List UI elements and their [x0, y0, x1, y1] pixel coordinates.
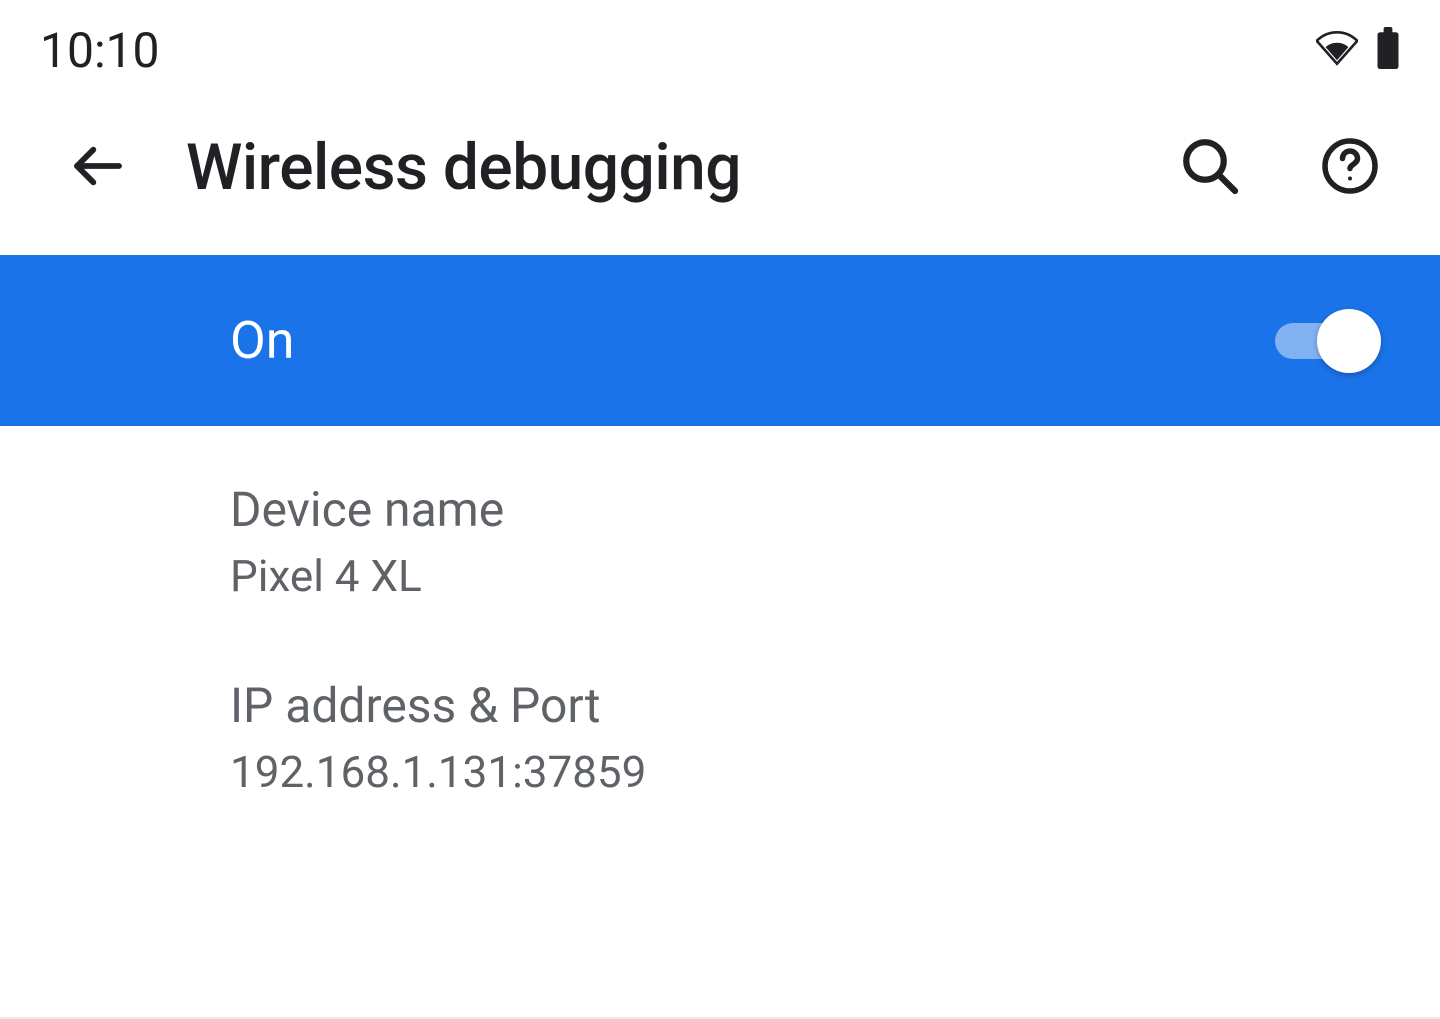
app-bar-actions	[1180, 136, 1380, 200]
ip-address-port-item[interactable]: IP address & Port 192.168.1.131:37859	[230, 677, 1440, 873]
back-button[interactable]	[70, 138, 126, 198]
toggle-thumb	[1317, 309, 1381, 373]
app-bar: Wireless debugging	[0, 90, 1440, 255]
search-button[interactable]	[1180, 136, 1240, 200]
battery-icon	[1376, 27, 1400, 73]
master-toggle-row[interactable]: On	[0, 255, 1440, 426]
setting-value: 192.168.1.131:37859	[230, 746, 1440, 798]
status-icons	[1316, 27, 1400, 73]
toggle-switch[interactable]	[1275, 321, 1375, 361]
status-time: 10:10	[40, 22, 160, 79]
setting-label: Device name	[230, 481, 1440, 538]
help-button[interactable]	[1320, 136, 1380, 200]
search-icon	[1180, 136, 1240, 200]
settings-list: Device name Pixel 4 XL IP address & Port…	[0, 426, 1440, 873]
toggle-state-label: On	[230, 310, 295, 371]
help-icon	[1320, 136, 1380, 200]
page-title: Wireless debugging	[186, 130, 1120, 205]
setting-value: Pixel 4 XL	[230, 550, 1440, 602]
device-name-item[interactable]: Device name Pixel 4 XL	[230, 481, 1440, 677]
back-arrow-icon	[70, 138, 126, 198]
wifi-icon	[1316, 27, 1358, 73]
status-bar: 10:10	[0, 0, 1440, 90]
setting-label: IP address & Port	[230, 677, 1440, 734]
